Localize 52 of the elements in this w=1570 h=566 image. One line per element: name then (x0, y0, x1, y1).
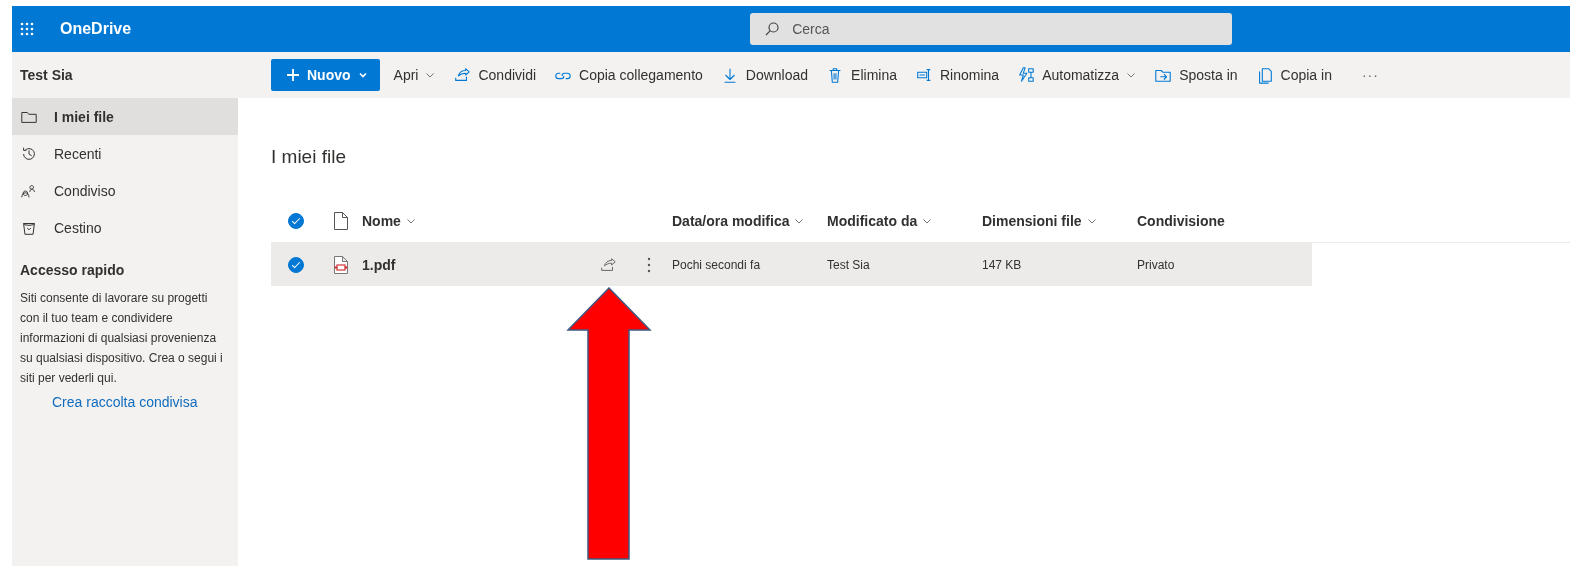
plus-icon (286, 68, 300, 82)
nav-item[interactable]: Condiviso (12, 172, 238, 209)
column-header[interactable]: Dimensioni file (982, 213, 1097, 229)
page-title: I miei file (271, 146, 347, 168)
nav-item[interactable]: I miei file (12, 98, 238, 135)
more-button[interactable]: ··· (1353, 59, 1387, 91)
nav-item[interactable]: Cestino (12, 209, 238, 246)
table-cell: Test Sia (827, 257, 870, 272)
share-icon (453, 66, 472, 84)
toolbar-button[interactable]: Download (712, 59, 817, 91)
description-text: Siti consente di lavorare su progetti con il tuo team e condividere informazioni di qualsiasi provenienza su qualsiasi dispositivo. Crea o segui i siti per vederli qui. (20, 290, 224, 387)
table-cell: Pochi secondi fa (672, 257, 761, 272)
toolbar-button[interactable]: Sposta in (1146, 59, 1246, 91)
chevron-down-icon (357, 70, 368, 80)
create-link[interactable]: Crea raccolta condivisa (52, 394, 238, 410)
file-name[interactable]: 1.pdf (362, 256, 396, 273)
table-cell: 147 KB (982, 257, 1022, 272)
search-field[interactable]: Cerca (750, 13, 1233, 45)
column-header[interactable]: Nome (362, 213, 416, 229)
app-name[interactable]: OneDrive (60, 20, 132, 38)
column-header[interactable]: Modificato da (827, 213, 933, 229)
column-header[interactable]: Condivisione (1137, 213, 1225, 229)
chevron-down-icon (425, 70, 436, 80)
pdf-file-icon (333, 254, 349, 275)
select-all-checkbox[interactable] (287, 213, 304, 229)
chevron-down-icon (922, 216, 933, 226)
section-heading: Accesso rapido (20, 262, 126, 278)
share-icon[interactable] (598, 255, 617, 274)
column-header[interactable]: Data/ora modifica (672, 213, 805, 229)
new-button[interactable]: Nuovo (271, 59, 380, 91)
chevron-down-icon (794, 216, 805, 226)
app-launcher-icon[interactable] (20, 22, 34, 36)
chevron-down-icon (1086, 216, 1097, 226)
table-cell: Privato (1137, 257, 1175, 272)
chevron-down-icon (1126, 70, 1137, 80)
row-checkbox[interactable] (287, 256, 304, 273)
toolbar-button[interactable]: Rinomina (907, 59, 1008, 91)
toolbar-button[interactable]: Elimina (818, 59, 905, 91)
account-name: Test Sia (20, 67, 73, 83)
toolbar-button[interactable]: Copia in (1247, 59, 1340, 91)
toolbar-button[interactable]: Condividi (445, 59, 545, 91)
search-icon (764, 21, 781, 37)
chevron-down-icon (405, 216, 416, 226)
toolbar-button[interactable]: Automatizza (1009, 59, 1145, 91)
file-type-icon (333, 211, 349, 231)
more-options-icon[interactable] (646, 256, 651, 273)
toolbar-button[interactable]: Apri (385, 59, 444, 91)
toolbar-button[interactable]: Copia collegamento (546, 59, 711, 91)
rename-icon (915, 66, 933, 84)
file-row[interactable]: 1.pdf Pochi secondi fa Test Sia 147 KB Privato (271, 243, 1312, 286)
flow-icon (1017, 66, 1036, 84)
nav-item[interactable]: Recenti (12, 135, 238, 172)
